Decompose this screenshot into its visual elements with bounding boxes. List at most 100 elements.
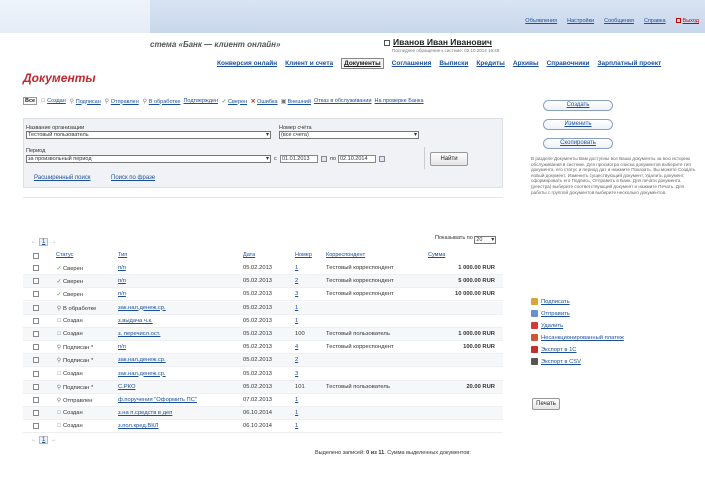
table-row[interactable]: ⚲ В обработке зак.нал.денеж.ср. 05.02.2013 1 bbox=[23, 301, 503, 315]
table-row[interactable]: ⚲ Подписан * С.РКО 05.02.2013 101 Тестовый по… bbox=[23, 380, 503, 394]
col-amount[interactable]: Сумма bbox=[428, 252, 445, 258]
user-name-link[interactable]: Иванов Иван Иванович bbox=[384, 37, 499, 47]
action-0[interactable]: Подписать bbox=[531, 298, 624, 310]
cell-number[interactable]: 1 bbox=[295, 305, 298, 311]
col-correspondent[interactable]: Корреспондент bbox=[326, 252, 365, 258]
filter-rejected[interactable]: Отказ в обслуживании bbox=[314, 98, 372, 104]
create-button[interactable]: Создать bbox=[543, 100, 613, 111]
cell-number[interactable]: 100 bbox=[295, 331, 305, 337]
action-5[interactable]: Экспорт в CSV bbox=[531, 358, 624, 370]
table-row[interactable]: ⚲ Отправлен ф.поручения "Оформить ПС" 07.02… bbox=[23, 394, 503, 407]
col-number[interactable]: Номер bbox=[295, 252, 312, 258]
cell-type-link[interactable]: ф.поручения "Оформить ПС" bbox=[118, 397, 197, 403]
row-checkbox[interactable] bbox=[33, 357, 39, 364]
col-status[interactable]: Статус bbox=[56, 252, 73, 258]
date-from-input[interactable]: 01.01.2013 bbox=[280, 155, 318, 163]
cell-type-link[interactable]: п/п bbox=[118, 344, 126, 350]
filter-all[interactable]: Все bbox=[23, 97, 38, 105]
table-row[interactable]: □ Создан з.выдача ч.к. 05.02.2013 1 bbox=[23, 315, 503, 328]
show-by-select[interactable]: 20 ▾ bbox=[474, 236, 497, 244]
nav-item-archives[interactable]: Архивы bbox=[513, 60, 539, 69]
filter-error[interactable]: ✕Ошибка bbox=[250, 98, 278, 105]
table-row[interactable]: ⚲ Подписан * п/п 05.02.2013 4 Тестовый коррес… bbox=[23, 341, 503, 355]
row-checkbox[interactable] bbox=[33, 344, 39, 351]
cell-number[interactable]: 2 bbox=[295, 278, 298, 284]
copy-button[interactable]: Скопировать bbox=[543, 138, 613, 149]
filter-sent[interactable]: ⚲ Отправлен bbox=[104, 98, 139, 105]
nav-item-documents[interactable]: Документы bbox=[341, 58, 384, 69]
calendar-icon[interactable] bbox=[379, 156, 385, 162]
cell-number[interactable]: 2 bbox=[295, 357, 298, 363]
col-date[interactable]: Дата bbox=[243, 252, 255, 258]
filter-bank-check[interactable]: На проверке Банка bbox=[375, 98, 424, 104]
top-link-announcements[interactable]: Объявления bbox=[525, 18, 557, 24]
cell-number[interactable]: 1 bbox=[295, 318, 298, 324]
cell-number[interactable]: 1 bbox=[295, 423, 298, 429]
table-row[interactable]: □ Создан зак.нал.денеж.ср. 05.02.2013 3 bbox=[23, 368, 503, 381]
filter-signed[interactable]: ⚲ Подписан bbox=[69, 98, 101, 105]
filter-external[interactable]: ▣Внешний bbox=[281, 98, 311, 105]
calendar-icon[interactable] bbox=[321, 156, 327, 162]
top-link-help[interactable]: Справка bbox=[644, 18, 666, 24]
action-4[interactable]: Экспорт в 1С bbox=[531, 346, 624, 358]
nav-item-salary[interactable]: Зарплатный проект bbox=[597, 60, 661, 69]
cell-number[interactable]: 1 bbox=[295, 265, 298, 271]
exit-link[interactable]: Выход bbox=[675, 18, 699, 24]
nav-item-clients[interactable]: Клиент и счета bbox=[285, 60, 333, 69]
filter-verified[interactable]: ✓Сверен bbox=[221, 98, 248, 105]
table-row[interactable]: ⚲ Подписан * зак.нал.денеж.ср. 05.02.2013 2 bbox=[23, 354, 503, 368]
nav-item-statements[interactable]: Выписки bbox=[439, 60, 468, 69]
cell-type-link[interactable]: з.выдача ч.к. bbox=[118, 318, 153, 324]
row-checkbox[interactable] bbox=[33, 291, 39, 298]
row-checkbox[interactable] bbox=[33, 331, 39, 337]
row-checkbox[interactable] bbox=[33, 278, 39, 285]
filter-created[interactable]: □ Создан bbox=[40, 98, 66, 104]
top-link-settings[interactable]: Настройки bbox=[567, 18, 594, 24]
table-row[interactable]: ✓Сверен п/п 05.02.2013 1 Тестовый корреспонд… bbox=[23, 262, 503, 275]
phrase-search-link[interactable]: Поиск по фразе bbox=[111, 175, 155, 181]
cell-number[interactable]: 4 bbox=[295, 344, 298, 350]
filter-confirmed[interactable]: Подтвержден bbox=[183, 98, 218, 104]
period-select[interactable]: за произвольный период ▾ bbox=[26, 155, 271, 163]
nav-item-agreements[interactable]: Соглашения bbox=[392, 60, 432, 69]
row-checkbox[interactable] bbox=[33, 265, 39, 271]
table-row[interactable]: □ Создан з.на п.средств в деп 06.10.2014 1 bbox=[23, 407, 503, 421]
table-row[interactable]: ✓Сверен п/п 05.02.2013 2 Тестовый корреспонд… bbox=[23, 275, 503, 289]
cell-type-link[interactable]: з.на п.средств в деп bbox=[118, 410, 172, 416]
advanced-search-link[interactable]: Расширенный поиск bbox=[34, 175, 91, 181]
cell-number[interactable]: 3 bbox=[295, 291, 298, 297]
filter-processing[interactable]: ⚲ В обработке bbox=[142, 98, 181, 105]
nav-item-references[interactable]: Справочники bbox=[547, 60, 590, 69]
cell-type-link[interactable]: п/п bbox=[118, 291, 126, 297]
row-checkbox[interactable] bbox=[33, 304, 39, 311]
cell-type-link[interactable]: з.пол.кред.ВКЛ bbox=[118, 423, 158, 429]
print-button[interactable]: Печать bbox=[532, 398, 560, 410]
row-checkbox[interactable] bbox=[33, 383, 39, 390]
find-button[interactable]: Найти bbox=[430, 152, 468, 166]
cell-type-link[interactable]: С.РКО bbox=[118, 384, 135, 390]
date-to-input[interactable]: 02.10.2014 bbox=[338, 155, 376, 163]
table-row[interactable]: ✓Сверен п/п 05.02.2013 3 Тестовый корреспонд… bbox=[23, 288, 503, 302]
cell-number[interactable]: 1 bbox=[295, 410, 298, 416]
edit-button[interactable]: Изменить bbox=[543, 119, 613, 130]
nav-item-credits[interactable]: Кредиты bbox=[476, 60, 504, 69]
table-row[interactable]: □ Создан з.пол.кред.ВКЛ 06.10.2014 1 bbox=[23, 420, 503, 434]
cell-type-link[interactable]: зак.нал.денеж.ср. bbox=[118, 305, 166, 311]
cell-type-link[interactable]: зак.нал.денеж.ср. bbox=[118, 371, 166, 377]
cell-type-link[interactable]: з. перечисл.ост. bbox=[118, 331, 160, 337]
page-button[interactable]: 1 bbox=[39, 436, 49, 444]
action-1[interactable]: Отправить bbox=[531, 310, 624, 322]
action-3[interactable]: Несанкционированный платеж bbox=[531, 334, 624, 346]
org-select[interactable]: Тестовый пользователь ▾ bbox=[26, 131, 271, 139]
cell-type-link[interactable]: п/п bbox=[118, 278, 126, 284]
select-all-checkbox[interactable] bbox=[33, 253, 39, 259]
cell-type-link[interactable]: п/п bbox=[118, 265, 126, 271]
table-row[interactable]: □ Создан з. перечисл.ост. 05.02.2013 100 Тест… bbox=[23, 328, 503, 341]
row-checkbox[interactable] bbox=[33, 317, 39, 324]
nav-item-conversion[interactable]: Конверсия онлайн bbox=[217, 60, 277, 69]
row-checkbox[interactable] bbox=[33, 423, 39, 430]
row-checkbox[interactable] bbox=[33, 397, 39, 403]
cell-number[interactable]: 1 bbox=[295, 397, 298, 403]
col-type[interactable]: Тип bbox=[118, 252, 127, 258]
row-checkbox[interactable] bbox=[33, 410, 39, 417]
